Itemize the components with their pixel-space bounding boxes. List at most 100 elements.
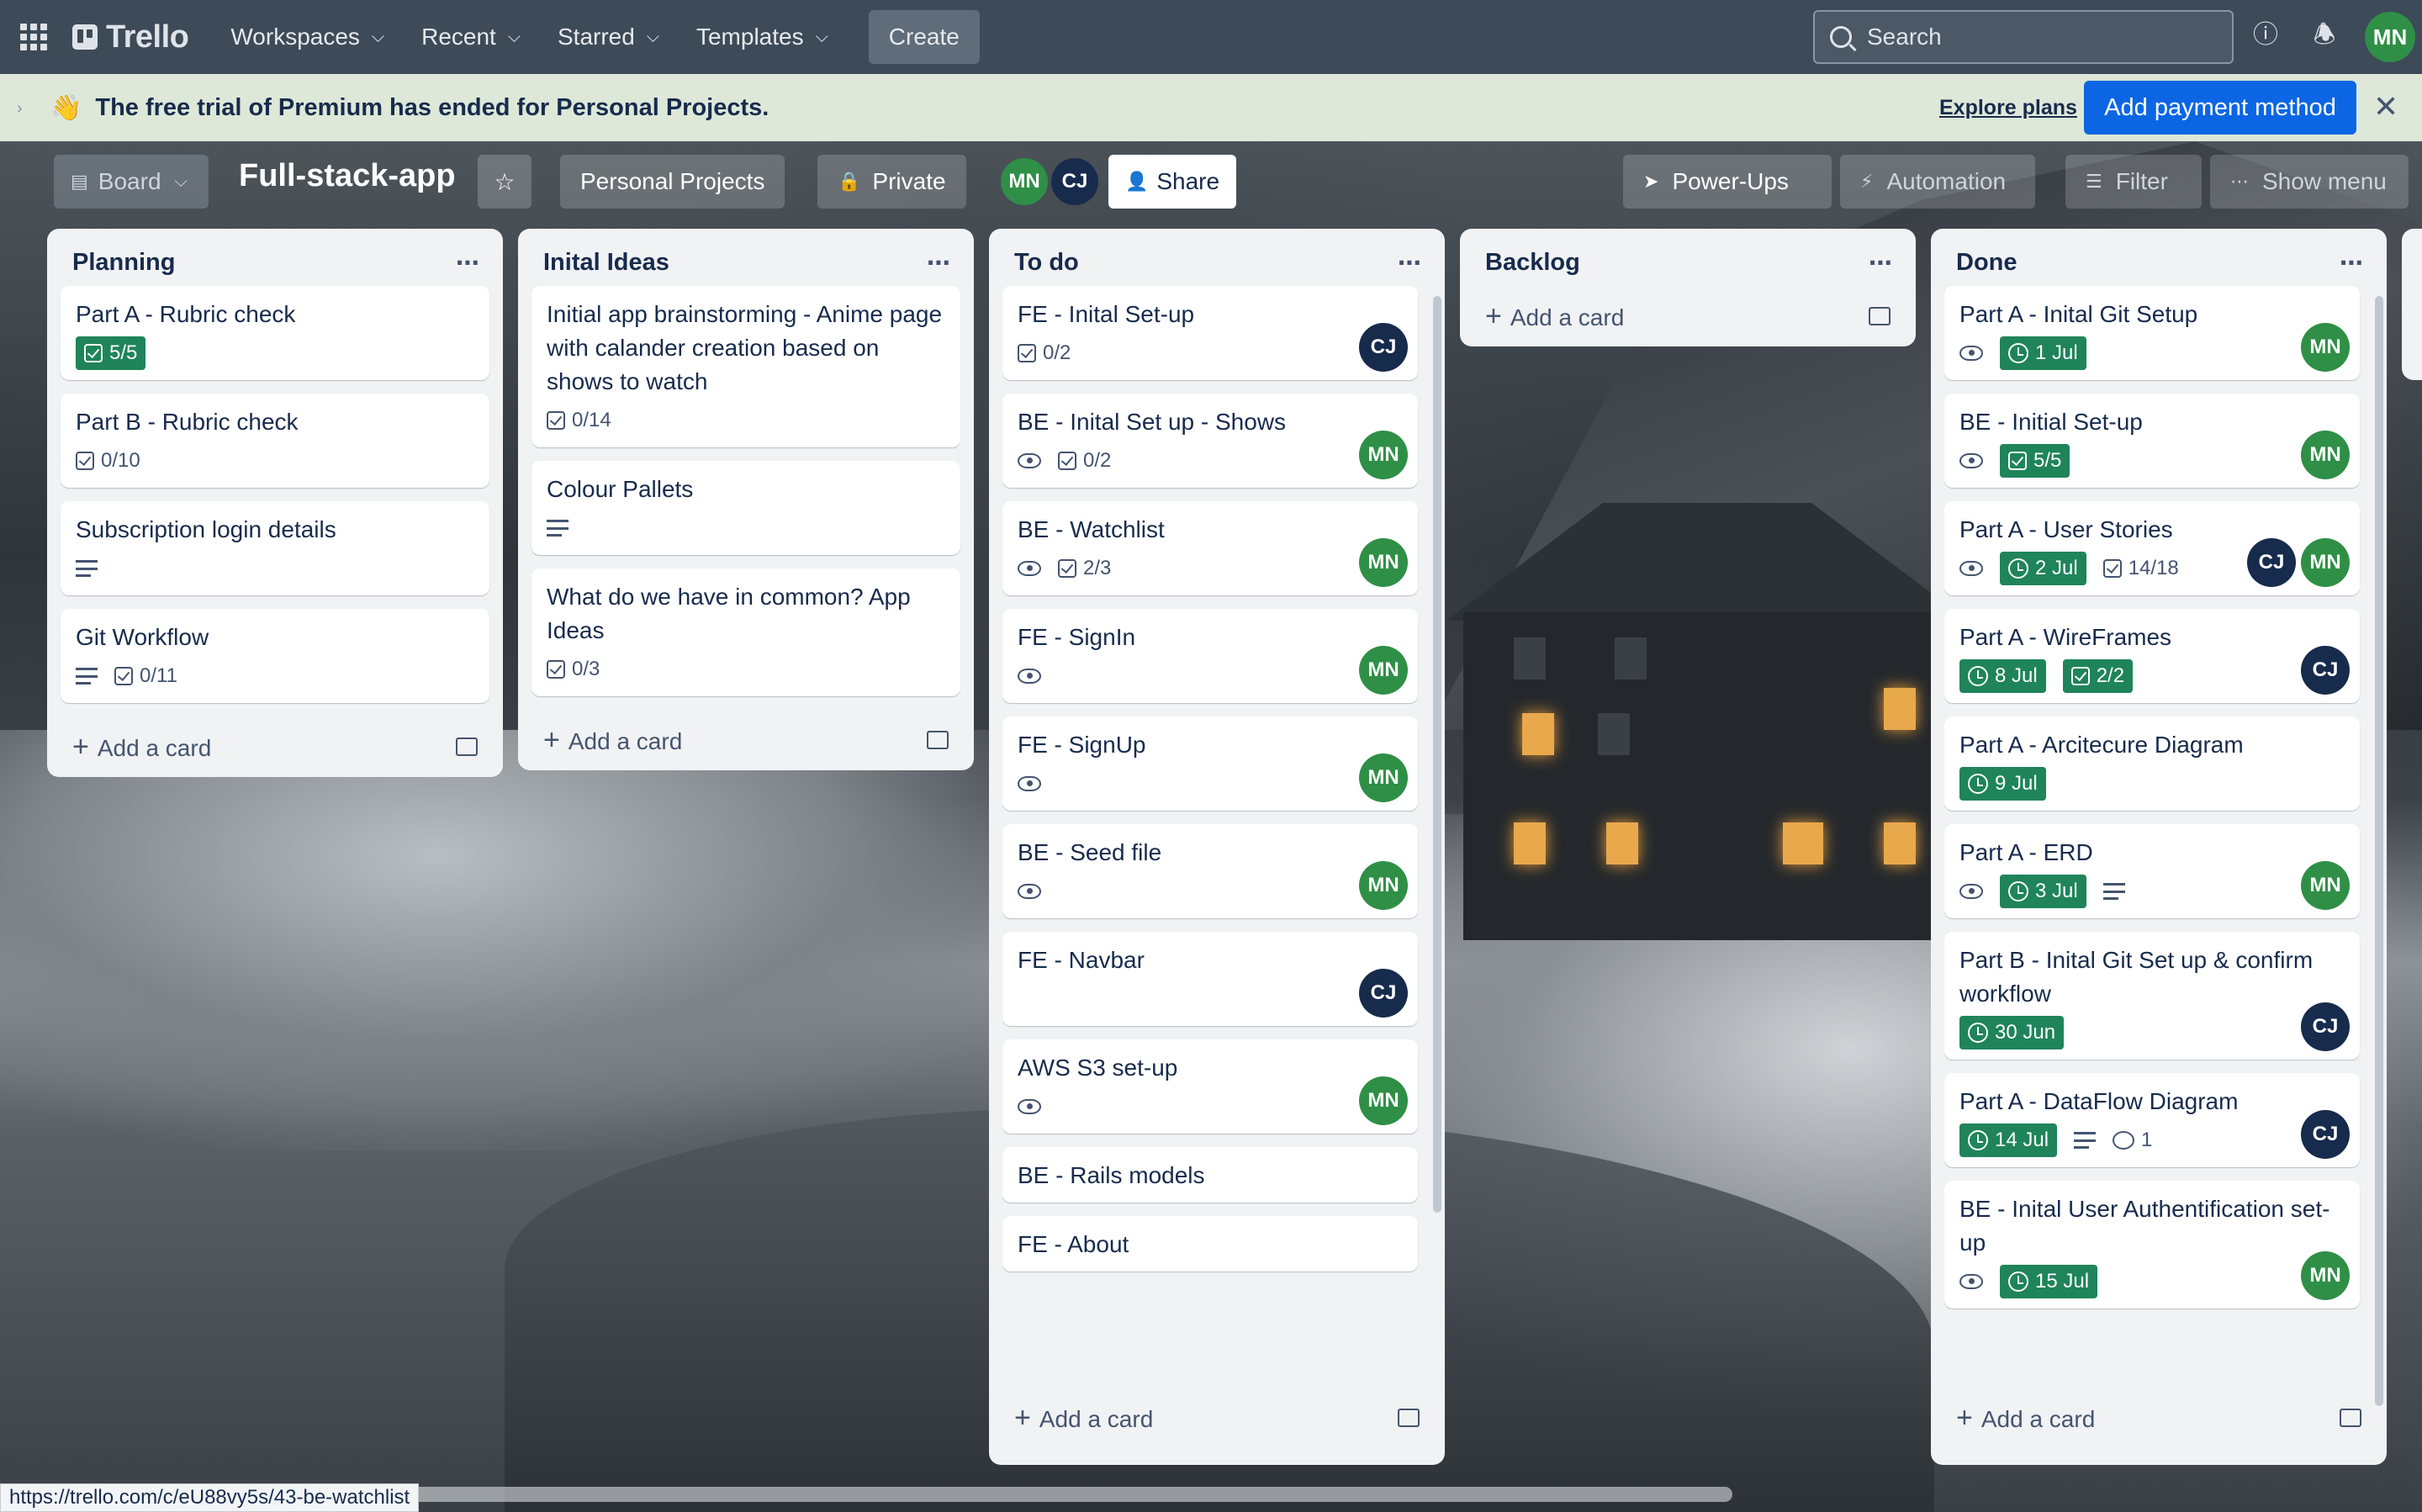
search-input[interactable]: Search: [1813, 10, 2234, 64]
add-payment-method-button[interactable]: Add payment method: [2084, 81, 2356, 135]
member-avatar-cj[interactable]: CJ: [1359, 969, 1408, 1018]
card[interactable]: BE - Rails models: [1002, 1147, 1418, 1203]
card-template-icon[interactable]: [927, 731, 949, 749]
close-icon[interactable]: ✕: [2373, 89, 2398, 124]
nav-workspaces[interactable]: Workspaces ⌵: [212, 10, 403, 64]
card-title: Part A - Inital Git Setup: [1959, 301, 2198, 327]
card[interactable]: Colour Pallets: [531, 461, 960, 555]
member-avatar-cj[interactable]: CJ: [2301, 646, 2350, 695]
board-title[interactable]: Full-stack-app: [239, 158, 456, 194]
nav-recent[interactable]: Recent ⌵: [403, 10, 539, 64]
add-card-button[interactable]: + Add a card: [1944, 1388, 2373, 1448]
account-avatar[interactable]: MN: [2365, 12, 2415, 62]
notifications-bell-icon[interactable]: 🕭: [2309, 20, 2340, 50]
list-title[interactable]: Planning: [72, 249, 175, 277]
member-avatar-cj[interactable]: CJ: [1359, 323, 1408, 372]
list-menu-icon[interactable]: ⋯: [2340, 249, 2373, 277]
member-avatar-mn[interactable]: MN: [1359, 431, 1408, 479]
add-card-button[interactable]: + Add a card: [61, 716, 489, 777]
add-card-button[interactable]: + Add a card: [1473, 286, 1902, 346]
card[interactable]: BE - Watchlist 2/3 MN: [1002, 501, 1418, 595]
trello-logo-icon: [72, 24, 98, 50]
list-cards-scroll[interactable]: Part A - Inital Git Setup 1 Jul MN BE - …: [1944, 286, 2373, 1388]
trello-logo[interactable]: Trello: [72, 19, 189, 56]
card[interactable]: Part A - WireFrames 8 Jul 2/2 CJ: [1944, 609, 2360, 703]
app-switcher-icon[interactable]: [20, 24, 47, 50]
nav-templates[interactable]: Templates ⌵: [678, 10, 847, 64]
list-header: Backlog ⋯: [1473, 239, 1902, 286]
card[interactable]: FE - Inital Set-up 0/2 CJ: [1002, 286, 1418, 380]
nav-starred[interactable]: Starred ⌵: [539, 10, 678, 64]
card[interactable]: BE - Inital User Authentification set-up…: [1944, 1181, 2360, 1308]
card[interactable]: BE - Inital Set up - Shows 0/2 MN: [1002, 394, 1418, 488]
card[interactable]: BE - Seed file MN: [1002, 824, 1418, 918]
card[interactable]: FE - About: [1002, 1216, 1418, 1271]
card[interactable]: Part A - ERD 3 Jul MN: [1944, 824, 2360, 918]
list-header: Planning ⋯: [61, 239, 489, 286]
card[interactable]: Subscription login details: [61, 501, 489, 595]
member-avatar-mn[interactable]: MN: [2301, 1251, 2350, 1300]
card[interactable]: Part A - Inital Git Setup 1 Jul MN: [1944, 286, 2360, 380]
automation-button[interactable]: ⚡ Automation: [1840, 155, 2035, 209]
member-avatar-cj[interactable]: CJ: [2301, 1002, 2350, 1051]
member-avatar-mn[interactable]: MN: [2301, 861, 2350, 910]
visibility-button[interactable]: 🔒 Private: [817, 155, 966, 209]
star-board-button[interactable]: ☆: [478, 155, 531, 209]
card[interactable]: Part B - Rubric check 0/10: [61, 394, 489, 488]
board-view-switcher[interactable]: ▤ Board ⌵: [54, 155, 209, 209]
power-ups-button[interactable]: ➤ Power-Ups: [1623, 155, 1832, 209]
share-button[interactable]: 👤 Share: [1108, 155, 1236, 209]
member-avatar-cj[interactable]: CJ: [2301, 1110, 2350, 1159]
card-template-icon[interactable]: [2340, 1409, 2361, 1427]
card[interactable]: What do we have in common? App Ideas 0/3: [531, 568, 960, 696]
list-menu-icon[interactable]: ⋯: [1869, 249, 1902, 277]
list-title[interactable]: Backlog: [1485, 249, 1580, 277]
member-avatar-mn[interactable]: MN: [1359, 538, 1408, 587]
card[interactable]: Initial app brainstorming - Anime page w…: [531, 286, 960, 447]
member-avatar-mn[interactable]: MN: [1001, 158, 1048, 205]
create-button[interactable]: Create: [868, 10, 980, 64]
card-template-icon[interactable]: [1398, 1409, 1420, 1427]
add-card-button[interactable]: + Add a card: [531, 710, 960, 770]
card-template-icon[interactable]: [456, 737, 478, 756]
list-cards-scroll[interactable]: FE - Inital Set-up 0/2 CJ BE - Inital Se…: [1002, 286, 1431, 1388]
list-menu-icon[interactable]: ⋯: [927, 249, 960, 277]
card[interactable]: BE - Initial Set-up 5/5 MN: [1944, 394, 2360, 488]
card[interactable]: FE - SignUp MN: [1002, 716, 1418, 811]
list-title[interactable]: To do: [1014, 249, 1079, 277]
member-avatar-mn[interactable]: MN: [2301, 431, 2350, 479]
filter-button[interactable]: ☰ Filter: [2065, 155, 2202, 209]
list-title[interactable]: Done: [1956, 249, 2017, 277]
member-avatar-mn[interactable]: MN: [2301, 538, 2350, 587]
card[interactable]: Part A - User Stories 2 Jul 14/18 CJ MN: [1944, 501, 2360, 595]
card[interactable]: Part A - Rubric check 5/5: [61, 286, 489, 380]
card[interactable]: Part A - Arcitecure Diagram 9 Jul: [1944, 716, 2360, 811]
explore-plans-link[interactable]: Explore plans: [1939, 96, 2077, 120]
show-menu-button[interactable]: ⋯ Show menu: [2210, 155, 2409, 209]
list-scrollbar[interactable]: [1433, 296, 1441, 1213]
member-avatar-mn[interactable]: MN: [1359, 861, 1408, 910]
card[interactable]: Git Workflow 0/11: [61, 609, 489, 703]
power-ups-label: Power-Ups: [1672, 168, 1789, 194]
sidebar-expand-chevron-icon[interactable]: ›: [17, 99, 23, 119]
card[interactable]: AWS S3 set-up MN: [1002, 1039, 1418, 1134]
member-avatar-cj[interactable]: CJ: [2247, 538, 2296, 587]
list-menu-icon[interactable]: ⋯: [1398, 249, 1431, 277]
workspace-button[interactable]: Personal Projects: [560, 155, 785, 209]
add-card-button[interactable]: + Add a card: [1002, 1388, 1431, 1448]
card-template-icon[interactable]: [1869, 307, 1891, 325]
list-menu-icon[interactable]: ⋯: [456, 249, 489, 277]
member-avatar-mn[interactable]: MN: [2301, 323, 2350, 372]
member-avatar-mn[interactable]: MN: [1359, 646, 1408, 695]
member-avatar-mn[interactable]: MN: [1359, 1076, 1408, 1125]
card[interactable]: FE - Navbar CJ: [1002, 932, 1418, 1026]
member-avatar-mn[interactable]: MN: [1359, 753, 1408, 802]
card[interactable]: Part B - Inital Git Set up & confirm wor…: [1944, 932, 2360, 1060]
info-icon[interactable]: ⓘ: [2250, 20, 2281, 50]
card[interactable]: FE - SignIn MN: [1002, 609, 1418, 703]
list-title[interactable]: Inital Ideas: [543, 249, 669, 277]
card-title: BE - Seed file: [1018, 839, 1162, 865]
list-scrollbar[interactable]: [2375, 296, 2383, 1406]
card[interactable]: Part A - DataFlow Diagram 14 Jul 1 CJ: [1944, 1073, 2360, 1167]
member-avatar-cj[interactable]: CJ: [1051, 158, 1098, 205]
